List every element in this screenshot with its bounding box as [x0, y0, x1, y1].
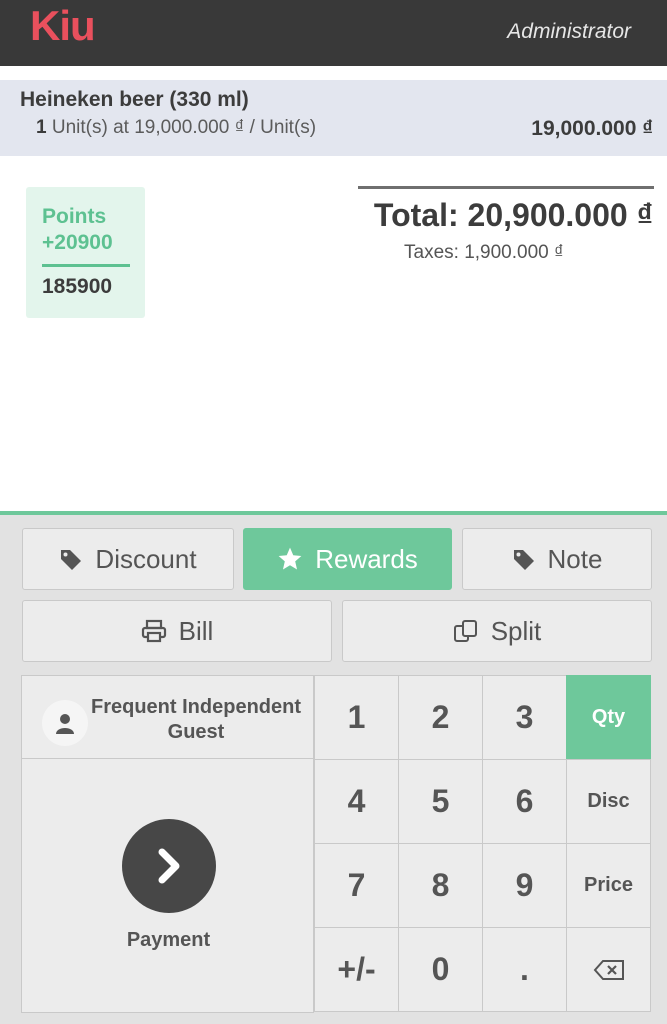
discount-button[interactable]: Discount: [22, 528, 234, 590]
mode-disc-button[interactable]: Disc: [566, 759, 651, 844]
numpad-key-9[interactable]: 9: [482, 843, 567, 928]
user-name[interactable]: Administrator: [507, 20, 631, 44]
numpad-key-2[interactable]: 2: [398, 675, 483, 760]
mode-price-button[interactable]: Price: [566, 843, 651, 928]
numpad-area: Frequent Independent Guest Payment 1 2 3…: [21, 675, 652, 1013]
numpad-key-dot[interactable]: .: [482, 927, 567, 1012]
rewards-label: Rewards: [315, 543, 418, 574]
total-divider: [358, 186, 654, 189]
loyalty-points-box: Points +20900 185900: [26, 187, 145, 318]
product-quantity-info: 1 Unit(s) at 19,000.000 ₫ / Unit(s): [36, 117, 316, 139]
numpad-key-0[interactable]: 0: [398, 927, 483, 1012]
chevron-right-icon: [158, 848, 180, 884]
numpad-key-4[interactable]: 4: [314, 759, 399, 844]
note-button[interactable]: Note: [462, 528, 652, 590]
order-line[interactable]: Heineken beer (330 ml) 1 Unit(s) at 19,0…: [0, 80, 667, 156]
order-taxes: Taxes: 1,900.000 ₫: [404, 242, 564, 263]
rewards-button[interactable]: Rewards: [243, 528, 452, 590]
numpad-key-7[interactable]: 7: [314, 843, 399, 928]
numpad-key-5[interactable]: 5: [398, 759, 483, 844]
split-button[interactable]: Split: [342, 600, 652, 662]
customer-name: Frequent Independent Guest: [91, 696, 301, 743]
backspace-icon: [593, 959, 624, 980]
numpad-key-1[interactable]: 1: [314, 675, 399, 760]
points-label: Points: [42, 205, 107, 228]
points-total: 185900: [42, 275, 113, 298]
payment-button[interactable]: Payment: [21, 759, 314, 1013]
tag-icon: [61, 550, 82, 570]
copy-icon: [453, 620, 477, 642]
line-price: 19,000.000 ₫: [531, 117, 653, 140]
kiu-logo: Kiu: [30, 2, 96, 49]
payment-label: Payment: [126, 929, 211, 951]
star-icon: [278, 547, 302, 570]
order-total: Total: 20,900.000 ₫: [373, 197, 653, 233]
tag-icon: [513, 550, 534, 570]
backspace-button[interactable]: [566, 927, 651, 1012]
points-divider: [42, 264, 130, 267]
user-icon: [42, 700, 88, 746]
customer-button[interactable]: Frequent Independent Guest: [21, 675, 314, 759]
mode-qty-button[interactable]: Qty: [566, 675, 651, 760]
numpad-key-6[interactable]: 6: [482, 759, 567, 844]
product-quantity: 1: [36, 117, 47, 138]
points-gained: +20900: [42, 231, 113, 254]
numpad-key-plus-minus[interactable]: +/-: [314, 927, 399, 1012]
product-name: Heineken beer (330 ml): [20, 88, 249, 111]
discount-label: Discount: [95, 543, 197, 574]
numpad-key-3[interactable]: 3: [482, 675, 567, 760]
bill-button[interactable]: Bill: [22, 600, 332, 662]
payment-circle: [122, 819, 216, 913]
bill-label: Bill: [178, 615, 214, 646]
unit-price-info: Unit(s) at 19,000.000 ₫ / Unit(s): [46, 117, 317, 138]
split-label: Split: [490, 615, 542, 646]
printer-icon: [141, 619, 166, 643]
top-bar: Kiu Administrator: [0, 0, 667, 66]
note-label: Note: [547, 543, 603, 574]
numpad-key-8[interactable]: 8: [398, 843, 483, 928]
